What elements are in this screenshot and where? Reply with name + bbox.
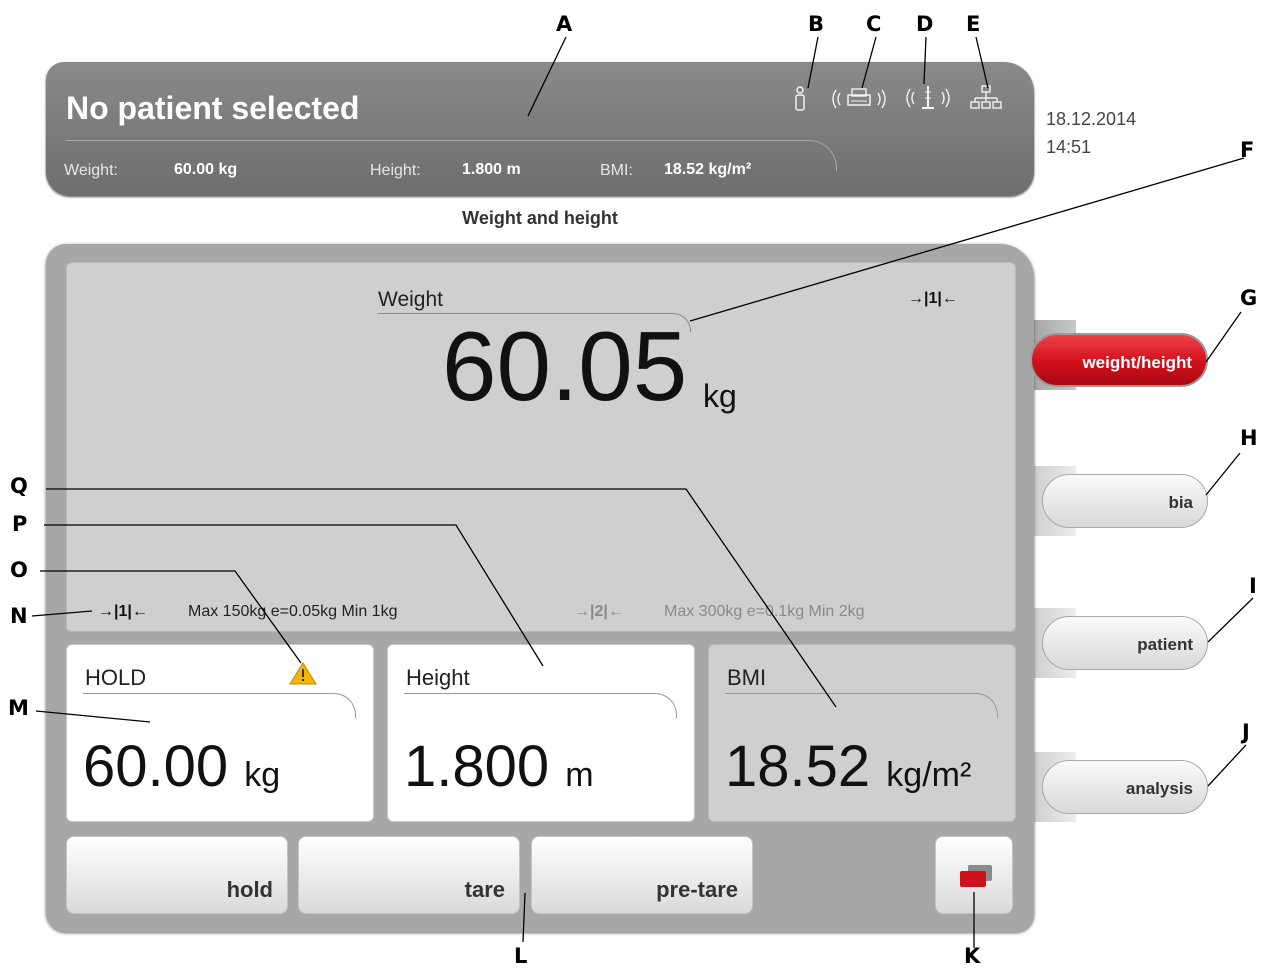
hold-label-divider: [83, 693, 356, 718]
callout-j: J: [1242, 720, 1250, 744]
callout-n: N: [10, 604, 28, 628]
height-value: 1.800: [404, 734, 550, 799]
header-weight-label: Weight:: [64, 162, 118, 179]
person-icon: [794, 86, 806, 117]
bmi-unit: kg/m²: [886, 756, 972, 794]
callout-g: G: [1240, 286, 1258, 310]
height-card: Height 1.800 m: [387, 644, 695, 822]
wireless-device-icon: [904, 84, 952, 117]
callout-h: H: [1240, 426, 1258, 450]
bmi-label: BMI: [727, 665, 767, 690]
callout-o: O: [10, 558, 28, 582]
header-bmi-label: BMI:: [600, 162, 633, 179]
bmi-card: BMI 18.52 kg/m²: [708, 644, 1016, 822]
active-range-indicator: →|1|←: [908, 290, 958, 307]
nav-bia-button[interactable]: bia: [1042, 474, 1208, 528]
header-bmi-value: 18.52 kg/m²: [664, 161, 752, 178]
header-weight-value: 60.00 kg: [174, 161, 238, 178]
header-height-label: Height:: [370, 162, 421, 179]
hold-card: HOLD 60.00 kg: [66, 644, 374, 822]
callout-c: C: [866, 12, 882, 36]
hold-unit: kg: [244, 756, 281, 794]
height-unit: m: [565, 756, 594, 794]
weight-unit: kg: [703, 378, 737, 414]
weight-value: 60.05: [442, 311, 688, 421]
range2-spec: Max 300kg e=0.1kg Min 2kg: [664, 603, 865, 620]
callout-q: Q: [10, 474, 28, 498]
callout-e: E: [966, 12, 981, 36]
hold-value: 60.00: [83, 734, 229, 799]
range2-indicator: →|2|←: [574, 603, 624, 620]
range1-spec: Max 150kg e=0.05kg Min 1kg: [188, 603, 398, 620]
weight-label: Weight: [378, 288, 443, 311]
callout-a: A: [556, 12, 573, 36]
bmi-label-divider: [725, 693, 998, 718]
warning-icon: [289, 661, 317, 690]
nav-patient-button[interactable]: patient: [1042, 616, 1208, 670]
hold-label: HOLD: [85, 665, 147, 690]
screen-title: Weight and height: [462, 208, 618, 228]
callout-m: M: [8, 696, 29, 720]
height-label-divider: [404, 693, 677, 718]
printer-wireless-icon: [830, 86, 888, 117]
callout-k: K: [964, 944, 981, 968]
network-icon: [970, 84, 1002, 117]
tare-button[interactable]: tare: [298, 836, 520, 914]
callout-b: B: [808, 12, 825, 36]
patient-header-bar[interactable]: No patient selected Weight: 60.00 kg Hei…: [46, 62, 1034, 196]
bmi-value: 18.52: [725, 734, 871, 799]
pre-tare-button[interactable]: pre-tare: [531, 836, 753, 914]
callout-i: I: [1249, 574, 1257, 598]
range1-indicator: →|1|←: [98, 603, 148, 620]
time-display: 14:51: [1046, 137, 1092, 157]
height-label: Height: [406, 665, 470, 690]
switch-display-button[interactable]: [935, 836, 1013, 914]
nav-weight-height-button[interactable]: weight/height: [1030, 333, 1208, 387]
callout-f: F: [1240, 138, 1255, 162]
callout-d: D: [916, 12, 934, 36]
height-value-display: 1.800 m: [404, 733, 594, 800]
nav-analysis-button[interactable]: analysis: [1042, 760, 1208, 814]
date-display: 18.12.2014: [1046, 109, 1137, 129]
hold-value-display: 60.00 kg: [83, 733, 280, 800]
date-time-display: 18.12.2014 14:51: [1046, 105, 1136, 161]
hold-button[interactable]: hold: [66, 836, 288, 914]
header-height-value: 1.800 m: [462, 161, 521, 178]
patient-title: No patient selected: [66, 90, 360, 126]
callout-l: L: [514, 944, 528, 968]
callout-p: P: [12, 512, 28, 536]
switch-display-icon: [954, 863, 998, 897]
bmi-value-display: 18.52 kg/m²: [725, 733, 971, 800]
